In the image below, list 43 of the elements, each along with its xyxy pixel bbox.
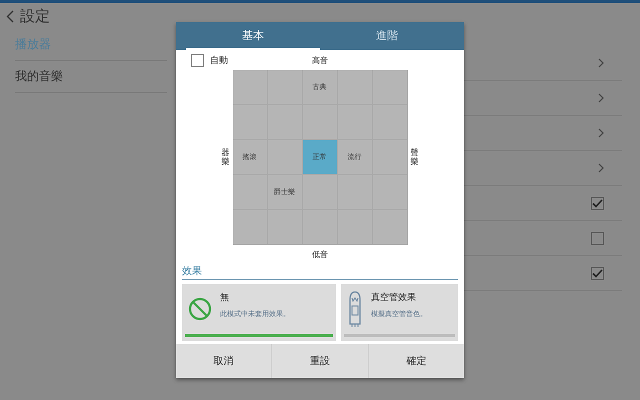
sidebar-item[interactable]: 我的音樂 xyxy=(15,61,167,93)
preset-cell[interactable] xyxy=(302,105,338,140)
preset-cell[interactable] xyxy=(338,210,372,245)
axis-label: 高音 xyxy=(312,55,328,66)
chevron-icon[interactable] xyxy=(598,93,604,103)
preset-cell[interactable] xyxy=(268,140,302,175)
tab[interactable]: 進階 xyxy=(320,22,454,50)
preset-cell[interactable] xyxy=(268,210,302,245)
preset-cell[interactable] xyxy=(338,175,372,210)
preset-cell[interactable] xyxy=(372,70,408,105)
preset-cell[interactable] xyxy=(232,70,268,105)
preset-cell[interactable] xyxy=(338,105,372,140)
preset-cell[interactable] xyxy=(302,210,338,245)
axis-label: 低音 xyxy=(312,249,328,260)
preset-cell[interactable] xyxy=(232,105,268,140)
chevron-icon[interactable] xyxy=(598,163,604,173)
preset-cell[interactable] xyxy=(372,210,408,245)
chevron-icon[interactable] xyxy=(598,58,604,68)
preset-cell[interactable] xyxy=(232,175,268,210)
preset-cell[interactable] xyxy=(302,175,338,210)
preset-cell[interactable] xyxy=(372,140,408,175)
checkbox[interactable] xyxy=(591,196,604,210)
effect-title: 無 xyxy=(220,292,230,304)
checkbox[interactable] xyxy=(591,266,604,280)
section-title: 效果 xyxy=(182,264,458,280)
checkbox[interactable] xyxy=(191,54,204,66)
preset-cell[interactable] xyxy=(232,210,268,245)
vacuum-tube-icon xyxy=(347,290,363,328)
preset-cell[interactable] xyxy=(372,105,408,140)
preset-cell[interactable] xyxy=(268,105,302,140)
checkbox-label: 自動 xyxy=(210,54,228,66)
back-icon[interactable] xyxy=(6,10,14,22)
preset-cell[interactable] xyxy=(268,70,302,105)
checkbox[interactable] xyxy=(591,232,604,244)
axis-label: 聲樂 xyxy=(410,148,418,166)
axis-label: 器樂 xyxy=(222,148,230,166)
prohibited-icon xyxy=(188,297,212,321)
page-title: 設定 xyxy=(20,6,50,26)
preset-cell[interactable] xyxy=(372,175,408,210)
tab[interactable]: 基本 xyxy=(186,22,320,50)
chevron-icon[interactable] xyxy=(598,128,604,138)
preset-cell[interactable] xyxy=(338,70,372,105)
effect-title: 真空管效果 xyxy=(371,292,417,304)
